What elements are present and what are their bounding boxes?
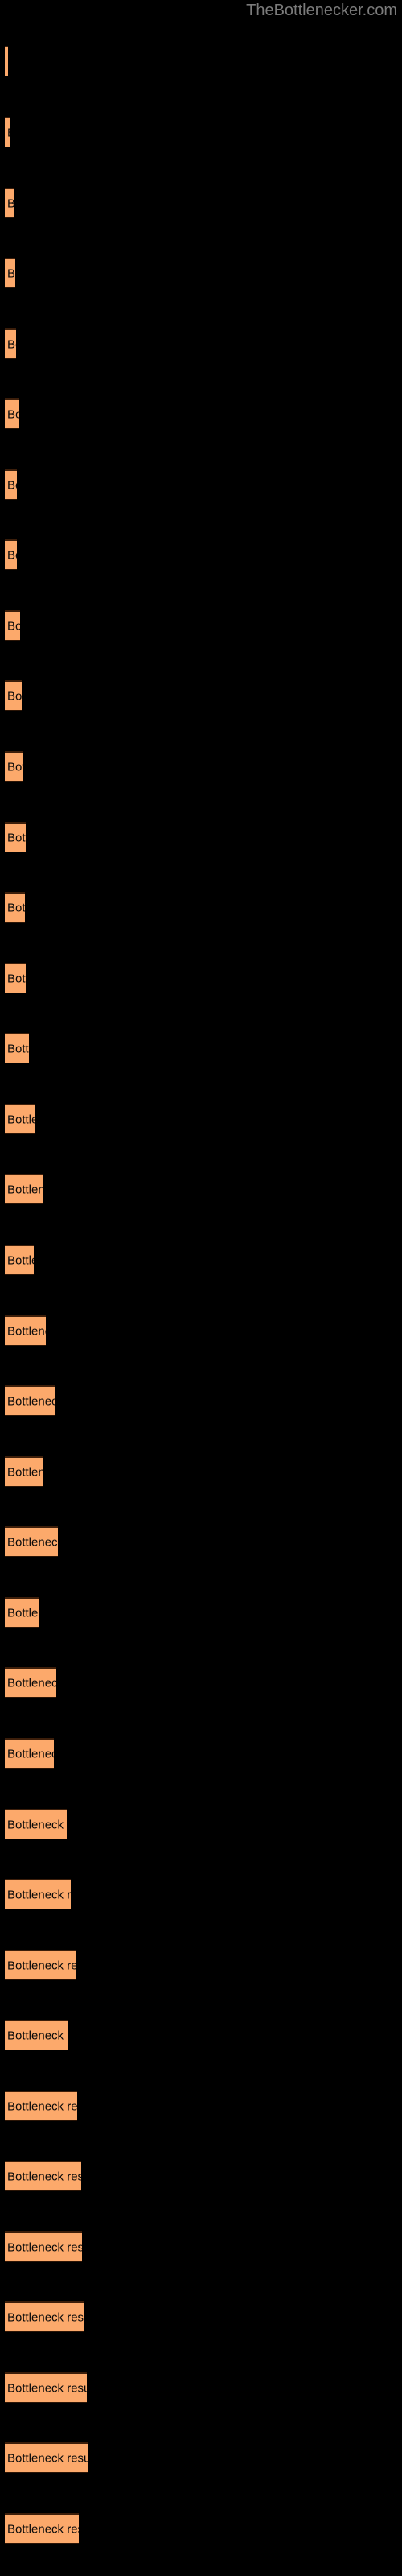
chart-bar[interactable]: Bottleneck result	[5, 963, 26, 993]
chart-bar-label: Bottleneck result	[7, 2169, 81, 2183]
chart-bar[interactable]: Bottleneck result	[5, 1597, 39, 1628]
chart-bar-label: Bottleneck result	[7, 337, 16, 351]
chart-bar-label: Bottleneck result	[7, 548, 17, 562]
chart-bar-label: Bottleneck result	[7, 619, 20, 633]
chart-bar-label: Bottleneck result	[7, 831, 26, 844]
chart-bar-label: Bottleneck result	[7, 2029, 68, 2042]
chart-bar-label: Bottleneck result	[7, 901, 25, 914]
chart-bar-label: Bottleneck result	[7, 2522, 79, 2536]
chart-bar[interactable]: Bottleneck result	[5, 2091, 77, 2121]
chart-bar[interactable]: Bottleneck result	[5, 1667, 56, 1698]
chart-bar-label: Bottleneck result	[7, 1113, 35, 1126]
chart-bar-label: Bottleneck result	[7, 1676, 56, 1690]
chart-bar-label: Bottleneck result	[7, 2099, 77, 2113]
chart-bar[interactable]: Bottleneck result	[5, 610, 20, 641]
chart-bar[interactable]: Bottleneck result	[5, 2513, 79, 2544]
chart-bar[interactable]: Bottleneck result	[5, 751, 23, 782]
chart-page: TheBottlenecker.com Bottleneck resultBot…	[0, 0, 402, 2576]
chart-bar-label: Bottleneck result	[7, 266, 15, 280]
chart-bar[interactable]: Bottleneck result	[5, 1385, 55, 1416]
bar-chart-plot-area: Bottleneck result Bottleneck result Bottle…	[0, 0, 402, 2576]
chart-bar[interactable]: Bottleneck result	[5, 1738, 54, 1769]
chart-bar[interactable]: Bottleneck result	[5, 117, 10, 147]
chart-bar[interactable]: Bottleneck result	[5, 2231, 82, 2262]
chart-bar-label: Bottleneck result	[7, 972, 26, 985]
chart-bar-label: Bottleneck result	[7, 2240, 82, 2254]
chart-bar[interactable]: Bottleneck result	[5, 46, 8, 76]
chart-bar-label: Bottleneck result	[7, 2451, 88, 2465]
chart-bar[interactable]: Bottleneck result	[5, 680, 22, 711]
chart-bar-label: Bottleneck result	[7, 689, 22, 703]
chart-bar[interactable]: Bottleneck result	[5, 1456, 43, 1487]
chart-bar-label: Bottleneck result	[7, 2381, 87, 2395]
chart-bar[interactable]: Bottleneck result	[5, 1315, 46, 1346]
chart-bar[interactable]: Bottleneck result	[5, 1033, 29, 1063]
chart-bar[interactable]: Bottleneck result	[5, 258, 15, 288]
chart-bar[interactable]: Bottleneck result	[5, 1526, 58, 1557]
chart-bar-label: Bottleneck result	[7, 1324, 46, 1338]
chart-bar-label: Bottleneck result	[7, 1888, 71, 1901]
chart-bar[interactable]: Bottleneck result	[5, 539, 17, 570]
chart-bar[interactable]: Bottleneck result	[5, 2372, 87, 2403]
chart-bar-label: Bottleneck result	[7, 760, 23, 774]
chart-bar-label: Bottleneck result	[7, 1253, 34, 1267]
chart-bar[interactable]: Bottleneck result	[5, 1950, 76, 1980]
chart-bar[interactable]: Bottleneck result	[5, 188, 14, 218]
chart-bar-label: Bottleneck result	[7, 1818, 67, 1831]
chart-bar[interactable]: Bottleneck result	[5, 2442, 88, 2473]
chart-bar[interactable]: Bottleneck result	[5, 892, 25, 923]
chart-bar-label: Bottleneck result	[7, 1535, 58, 1549]
chart-bar[interactable]: Bottleneck result	[5, 822, 26, 852]
chart-bar-label: Bottleneck result	[7, 1042, 29, 1055]
chart-bar-label: Bottleneck result	[7, 196, 14, 210]
chart-bar-label: Bottleneck result	[7, 1183, 43, 1196]
chart-bar-label: Bottleneck result	[7, 1465, 43, 1479]
chart-bar-label: Bottleneck result	[7, 407, 19, 421]
chart-bar[interactable]: Bottleneck result	[5, 2161, 81, 2191]
chart-bar-label: Bottleneck result	[7, 126, 10, 139]
chart-bar[interactable]: Bottleneck result	[5, 398, 19, 429]
chart-bar[interactable]: Bottleneck result	[5, 1245, 34, 1275]
chart-bar-label: Bottleneck result	[7, 478, 17, 492]
chart-bar-label: Bottleneck result	[7, 1747, 54, 1761]
chart-bar[interactable]: Bottleneck result	[5, 1879, 71, 1909]
chart-bar-label: Bottleneck result	[7, 55, 8, 68]
chart-bar[interactable]: Bottleneck result	[5, 2020, 68, 2050]
chart-bar-label: Bottleneck result	[7, 1394, 55, 1408]
chart-bar[interactable]: Bottleneck result	[5, 2301, 84, 2332]
chart-bar[interactable]: Bottleneck result	[5, 328, 16, 359]
chart-bar-label: Bottleneck result	[7, 2310, 84, 2324]
chart-bar[interactable]: Bottleneck result	[5, 1809, 67, 1839]
chart-bar[interactable]: Bottleneck result	[5, 1104, 35, 1134]
chart-bar[interactable]: Bottleneck result	[5, 469, 17, 500]
chart-bar-label: Bottleneck result	[7, 1606, 39, 1620]
chart-bar-label: Bottleneck result	[7, 1959, 76, 1972]
chart-bar[interactable]: Bottleneck result	[5, 1174, 43, 1204]
